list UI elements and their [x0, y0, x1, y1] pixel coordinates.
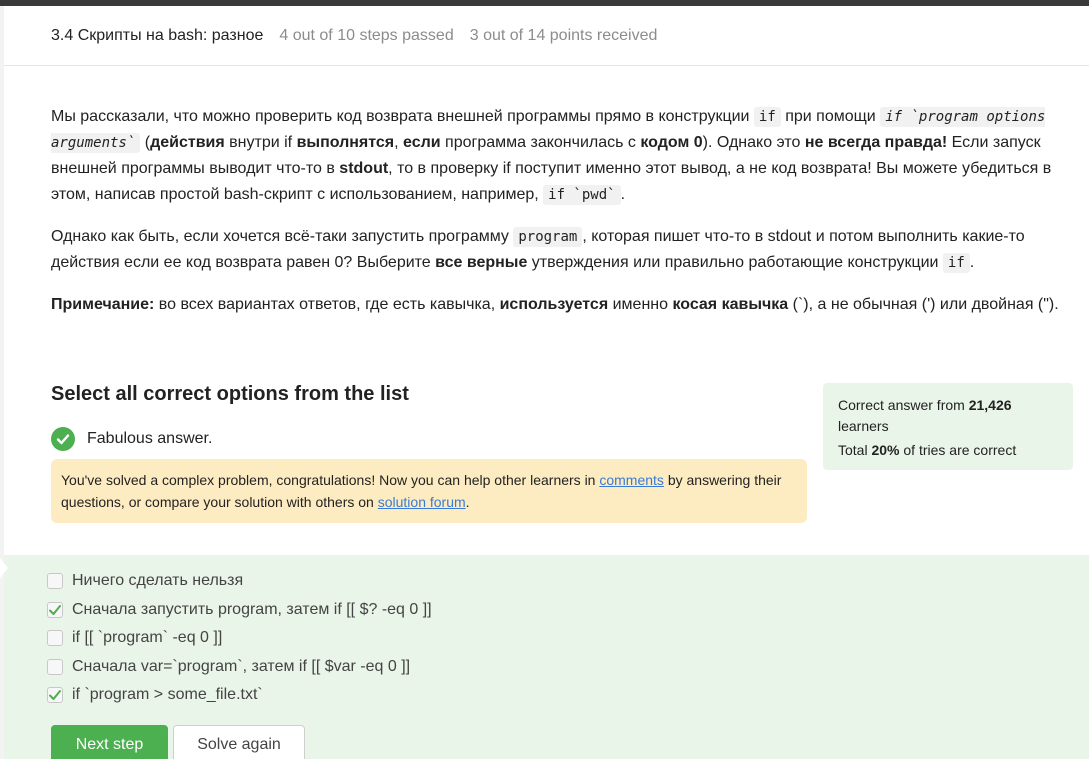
stats-panel: Correct answer from 21,426 learners Tota…	[823, 383, 1073, 470]
option-label: Сначала запустить program, затем if [[ $…	[72, 601, 432, 618]
text: Однако как быть, если хочется всё-таки з…	[51, 228, 514, 245]
text: (	[140, 134, 151, 151]
result-message: Fabulous answer.	[51, 427, 212, 451]
text: программа закончилась с	[440, 134, 641, 151]
text: .	[465, 494, 470, 510]
text: of tries are correct	[899, 442, 1017, 458]
correct-percent: 20%	[871, 442, 900, 458]
result-text: Fabulous answer.	[87, 430, 213, 447]
bold-text: все верные	[435, 254, 528, 271]
option-4[interactable]: Сначала var=`program`, затем if [[ $var …	[47, 658, 410, 676]
checkbox[interactable]	[47, 630, 63, 646]
next-step-button[interactable]: Next step	[51, 725, 168, 759]
text: при помощи	[780, 108, 881, 125]
option-3[interactable]: if [[ `program` -eq 0 ]]	[47, 629, 222, 647]
text: именно	[608, 296, 673, 313]
step-text: Мы рассказали, что можно проверить код в…	[51, 104, 1061, 334]
option-label: Сначала var=`program`, затем if [[ $var …	[72, 658, 411, 675]
text: learners	[838, 418, 889, 434]
text: .	[620, 186, 626, 203]
text: Total	[838, 442, 872, 458]
checkbox[interactable]	[47, 659, 63, 675]
tries-stat: Total 20% of tries are correct	[838, 440, 1058, 461]
text: You've solved a complex problem, congrat…	[61, 472, 600, 488]
bold-text: косая кавычка	[672, 296, 789, 313]
correct-answer-stat: Correct answer from 21,426 learners	[838, 395, 1058, 437]
learners-count: 21,426	[968, 397, 1012, 413]
option-label: if [[ `program` -eq 0 ]]	[72, 629, 223, 646]
text: во всех вариантах ответов, где есть кавы…	[154, 296, 500, 313]
option-5[interactable]: if `program > some_file.txt`	[47, 686, 263, 704]
code-snippet: if	[942, 253, 970, 273]
option-1[interactable]: Ничего сделать нельзя	[47, 572, 243, 590]
bold-text: если	[403, 134, 441, 151]
lesson-header: 3.4 Скрипты на bash: разное 4 out of 10 …	[4, 6, 1089, 66]
solve-again-button[interactable]: Solve again	[173, 725, 305, 759]
checkbox[interactable]	[47, 573, 63, 589]
quiz-title: Select all correct options from the list	[51, 383, 409, 405]
text: Correct answer from	[838, 397, 969, 413]
text: Мы рассказали, что можно проверить код в…	[51, 108, 754, 125]
text: ,	[394, 134, 404, 151]
paragraph-1: Мы рассказали, что можно проверить код в…	[51, 104, 1061, 208]
lesson-title: 3.4 Скрипты на bash: разное	[51, 26, 264, 44]
checkbox-checked[interactable]	[47, 602, 63, 618]
solution-forum-link[interactable]: solution forum	[378, 494, 466, 510]
bold-text: кодом 0	[640, 134, 703, 151]
success-check-icon	[51, 427, 75, 451]
bold-text: используется	[499, 296, 609, 313]
option-label: Ничего сделать нельзя	[72, 572, 244, 589]
checkbox-checked[interactable]	[47, 687, 63, 703]
options-notch	[0, 558, 8, 578]
text: .	[969, 254, 975, 271]
checkmark-icon	[49, 690, 61, 700]
code-snippet: if	[753, 107, 781, 127]
code-snippet: program	[513, 227, 583, 247]
option-2[interactable]: Сначала запустить program, затем if [[ $…	[47, 601, 432, 619]
bold-text: Примечание:	[51, 296, 155, 313]
text: внутри if	[224, 134, 297, 151]
checkmark-icon	[49, 605, 61, 615]
paragraph-3: Примечание: во всех вариантах ответов, г…	[51, 292, 1061, 318]
text: ). Однако это	[702, 134, 805, 151]
comments-link[interactable]: comments	[599, 472, 664, 488]
points-progress: 3 out of 14 points received	[469, 26, 658, 44]
congrats-note: You've solved a complex problem, congrat…	[51, 459, 807, 523]
bold-text: действия	[150, 134, 225, 151]
paragraph-2: Однако как быть, если хочется всё-таки з…	[51, 224, 1061, 276]
code-snippet: if `pwd`	[543, 185, 621, 205]
steps-progress: 4 out of 10 steps passed	[279, 26, 454, 44]
text: (`), а не обычная (') или двойная (").	[788, 296, 1059, 313]
option-label: if `program > some_file.txt`	[72, 686, 263, 703]
bold-text: не всегда правда!	[804, 134, 948, 151]
bold-text: stdout	[339, 160, 389, 177]
text: утверждения или правильно работающие кон…	[527, 254, 943, 271]
bold-text: выполнятся	[296, 134, 395, 151]
